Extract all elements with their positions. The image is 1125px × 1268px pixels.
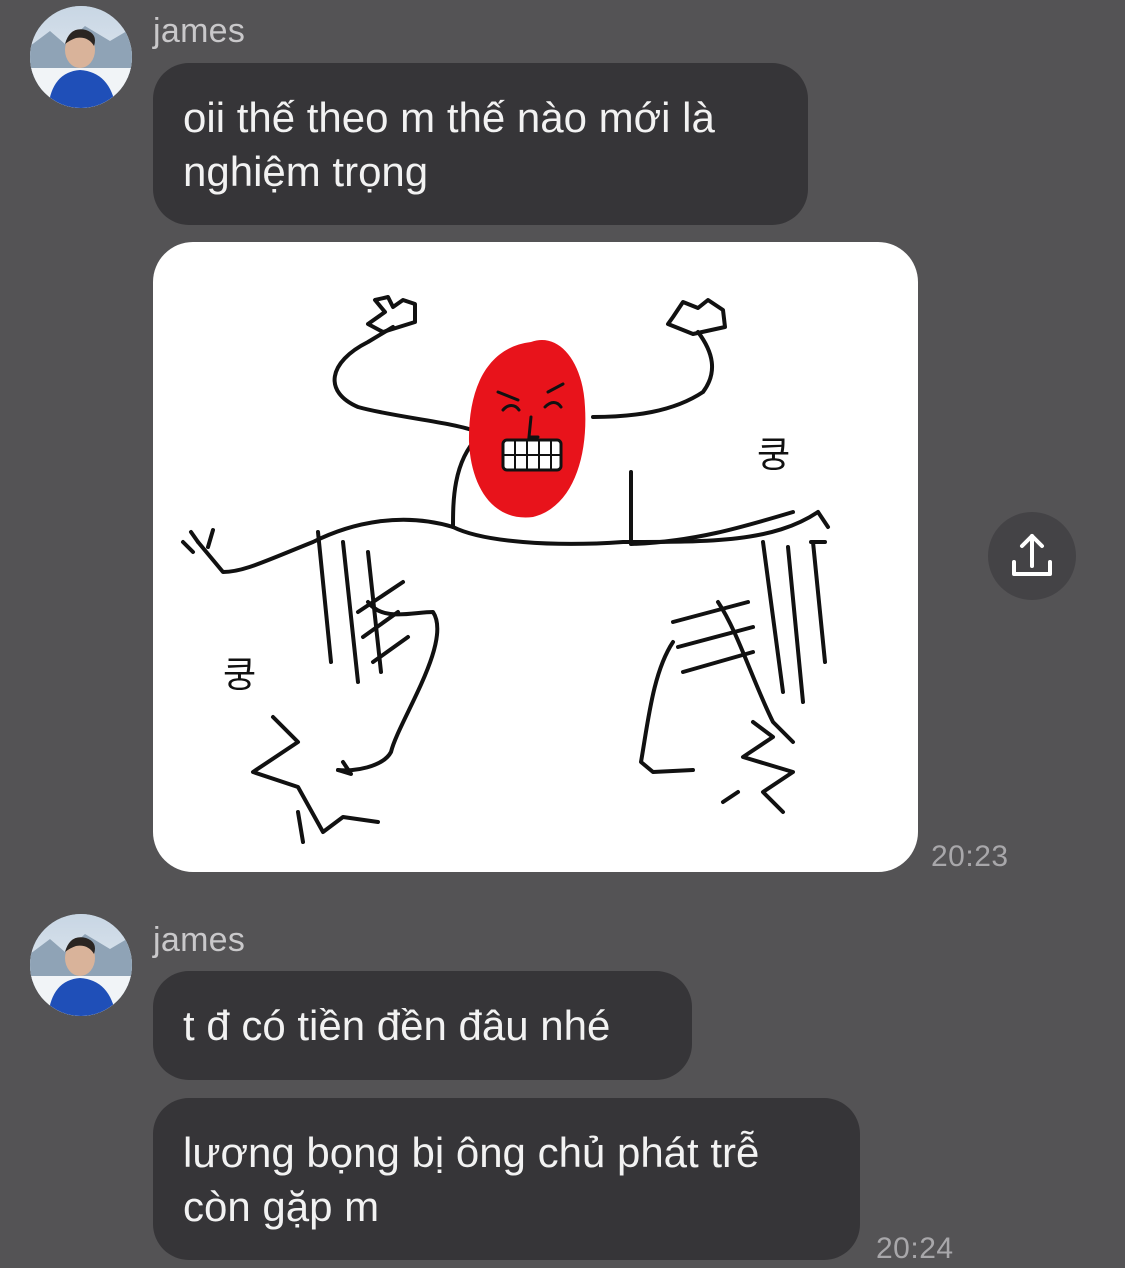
share-button[interactable]: [988, 512, 1076, 600]
avatar-photo-icon: [30, 6, 132, 108]
avatar-photo-icon: [30, 914, 132, 1016]
sender-avatar[interactable]: [30, 6, 132, 108]
angry-stomp-sticker-image: 쿵 쿵: [181, 295, 830, 844]
message-bubble[interactable]: oii thế theo m thế nào mới là nghiệm trọ…: [153, 63, 808, 225]
message-timestamp: 20:23: [931, 840, 1009, 873]
message-text-line: còn gặp m: [183, 1183, 380, 1230]
sender-avatar[interactable]: [30, 914, 132, 1016]
share-upload-icon: [1012, 534, 1052, 576]
message-text-line: nghiệm trọng: [183, 148, 429, 195]
message-bubble[interactable]: lương bọng bị ông chủ phát trễ còn gặp m: [153, 1098, 860, 1260]
message-timestamp: 20:24: [876, 1232, 954, 1265]
sticker-glyph-right: 쿵: [757, 435, 790, 476]
message-text-line: t đ có tiền đền đâu nhé: [183, 1002, 611, 1049]
message-text-line: lương bọng bị ông chủ phát trễ: [183, 1129, 760, 1176]
message-text-line: oii thế theo m thế nào mới là: [183, 94, 715, 141]
chat-screen: james oii thế theo m thế nào mới là nghi…: [0, 0, 1125, 1268]
sender-name: james: [153, 12, 246, 50]
message-bubble[interactable]: t đ có tiền đền đâu nhé: [153, 971, 692, 1080]
image-message[interactable]: 쿵 쿵: [153, 242, 918, 872]
sender-name: james: [153, 921, 246, 959]
sticker-glyph-left: 쿵: [223, 655, 256, 696]
